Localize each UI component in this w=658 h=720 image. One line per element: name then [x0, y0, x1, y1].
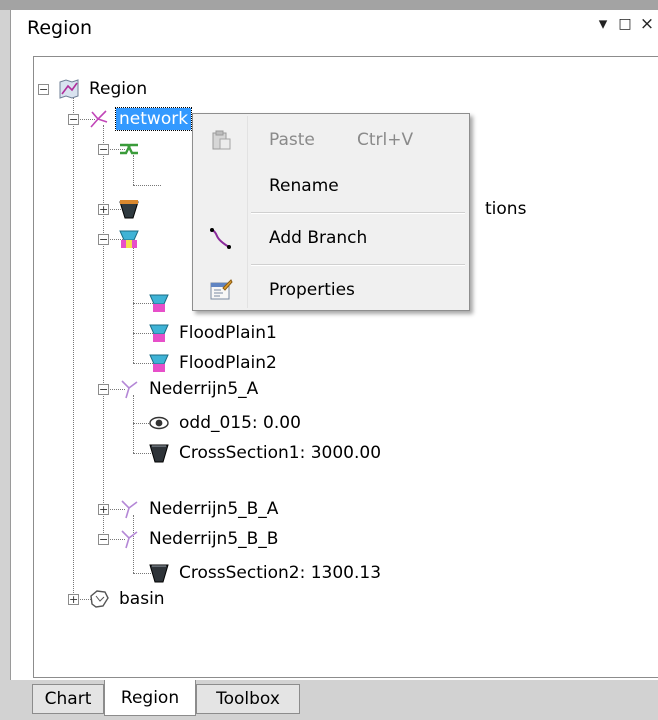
- tree-node-label: basin: [119, 589, 165, 609]
- context-menu: Paste Ctrl+V Rename Add Branch Propertie…: [192, 113, 470, 311]
- floodplain-icon: [148, 352, 170, 374]
- tree-node-label: FloodPlain2: [179, 353, 277, 373]
- tree-node-label: Region: [89, 79, 148, 99]
- tree-node-nederrijn5-b-a[interactable]: Nederrijn5_B_A: [118, 494, 281, 524]
- cross-section-folder-icon: [118, 198, 140, 220]
- tree-node-basin[interactable]: basin: [88, 584, 168, 614]
- menu-separator: [251, 264, 465, 266]
- cross-section-icon: [148, 562, 170, 584]
- tree-node-label: CrossSection2: 1300.13: [179, 563, 382, 583]
- tree-node-crosssection1[interactable]: CrossSection1: 3000.00: [148, 438, 384, 468]
- restore-window-icon[interactable]: □: [615, 16, 635, 32]
- expand-toggle[interactable]: +: [98, 504, 109, 515]
- routing-icon: [118, 138, 140, 160]
- menu-item-label: Properties: [269, 280, 355, 300]
- tree-node-nederrijn5-b-b[interactable]: Nederrijn5_B_B: [118, 524, 281, 554]
- tab-toolbox[interactable]: Toolbox: [196, 684, 300, 714]
- tree-node-label: odd_015: 0.00: [179, 413, 301, 433]
- tree-line: [103, 125, 104, 543]
- observation-point-eye-icon: [148, 412, 170, 434]
- expand-toggle[interactable]: +: [98, 204, 109, 215]
- paste-clipboard-icon: [209, 128, 233, 152]
- menu-item-label: Rename: [269, 176, 339, 196]
- menu-item-label: Add Branch: [269, 228, 368, 248]
- tab-chart[interactable]: Chart: [32, 684, 104, 714]
- basin-icon: [88, 588, 110, 610]
- menu-separator: [251, 212, 465, 214]
- collapse-toggle[interactable]: −: [38, 84, 49, 95]
- menu-item-shortcut: Ctrl+V: [357, 130, 414, 150]
- properties-icon: [209, 278, 233, 302]
- branch-icon: [118, 528, 140, 550]
- tree-node-nederrijn5-a[interactable]: Nederrijn5_A: [118, 374, 261, 404]
- branch-icon: [118, 378, 140, 400]
- tree-node-hidden-4[interactable]: [118, 224, 146, 254]
- panel-title: Region: [27, 17, 93, 39]
- floodplain-icon: [148, 322, 170, 344]
- tree-node-label: Nederrijn5_B_B: [149, 529, 279, 549]
- tree-line: [133, 245, 134, 363]
- tab-region[interactable]: Region: [104, 680, 196, 716]
- panel-title-bar[interactable]: Region ▾ □ ×: [11, 10, 658, 46]
- tree-node-region[interactable]: Region: [58, 74, 150, 104]
- window-top-strip: [0, 0, 658, 10]
- tree-node-floodplain1[interactable]: FloodPlain1: [148, 318, 280, 348]
- collapse-toggle[interactable]: −: [68, 114, 79, 125]
- region-panel: Region ▾ □ × − − − + − − + − + Region ne…: [10, 10, 658, 680]
- tree-node-crosssection2[interactable]: CrossSection2: 1300.13: [148, 558, 384, 588]
- menu-item-paste[interactable]: Paste Ctrl+V: [195, 120, 467, 160]
- collapse-toggle[interactable]: −: [98, 384, 109, 395]
- menu-item-properties[interactable]: Properties: [195, 270, 467, 310]
- tree-node-label: network: [114, 107, 193, 131]
- tree-node-network[interactable]: network: [88, 104, 193, 134]
- menu-item-add-branch[interactable]: Add Branch: [195, 218, 467, 258]
- collapse-toggle[interactable]: −: [98, 234, 109, 245]
- add-branch-icon: [209, 226, 233, 250]
- tree-node-hidden-3[interactable]: [118, 194, 146, 224]
- tree-node-label: FloodPlain1: [179, 323, 277, 343]
- collapse-toggle[interactable]: −: [98, 534, 109, 545]
- expand-toggle[interactable]: +: [68, 594, 79, 605]
- tree-line: [133, 185, 161, 186]
- floodplain-icon: [148, 292, 170, 314]
- collapse-toggle[interactable]: −: [98, 144, 109, 155]
- branch-icon: [118, 498, 140, 520]
- cross-section-icon: [148, 442, 170, 464]
- region-map-icon: [58, 78, 80, 100]
- menu-item-label: Paste: [269, 130, 315, 150]
- tree-node-label: Nederrijn5_A: [149, 379, 259, 399]
- tree-node-hidden-1[interactable]: [118, 134, 146, 164]
- occluded-label-tail: tions: [485, 199, 527, 219]
- bottom-tab-strip: Chart Region Toolbox: [0, 680, 658, 720]
- pin-dropdown-icon[interactable]: ▾: [593, 14, 613, 34]
- floodplain-folder-icon: [118, 228, 140, 250]
- tree-line: [73, 95, 74, 605]
- tree-node-label: Nederrijn5_B_A: [149, 499, 279, 519]
- tree-node-odd-015[interactable]: odd_015: 0.00: [148, 408, 304, 438]
- tree-node-label: CrossSection1: 3000.00: [179, 443, 382, 463]
- close-panel-icon[interactable]: ×: [637, 14, 657, 34]
- tree-node-hidden-5[interactable]: [148, 288, 176, 318]
- menu-item-rename[interactable]: Rename: [195, 166, 467, 206]
- network-branch-icon: [88, 108, 110, 130]
